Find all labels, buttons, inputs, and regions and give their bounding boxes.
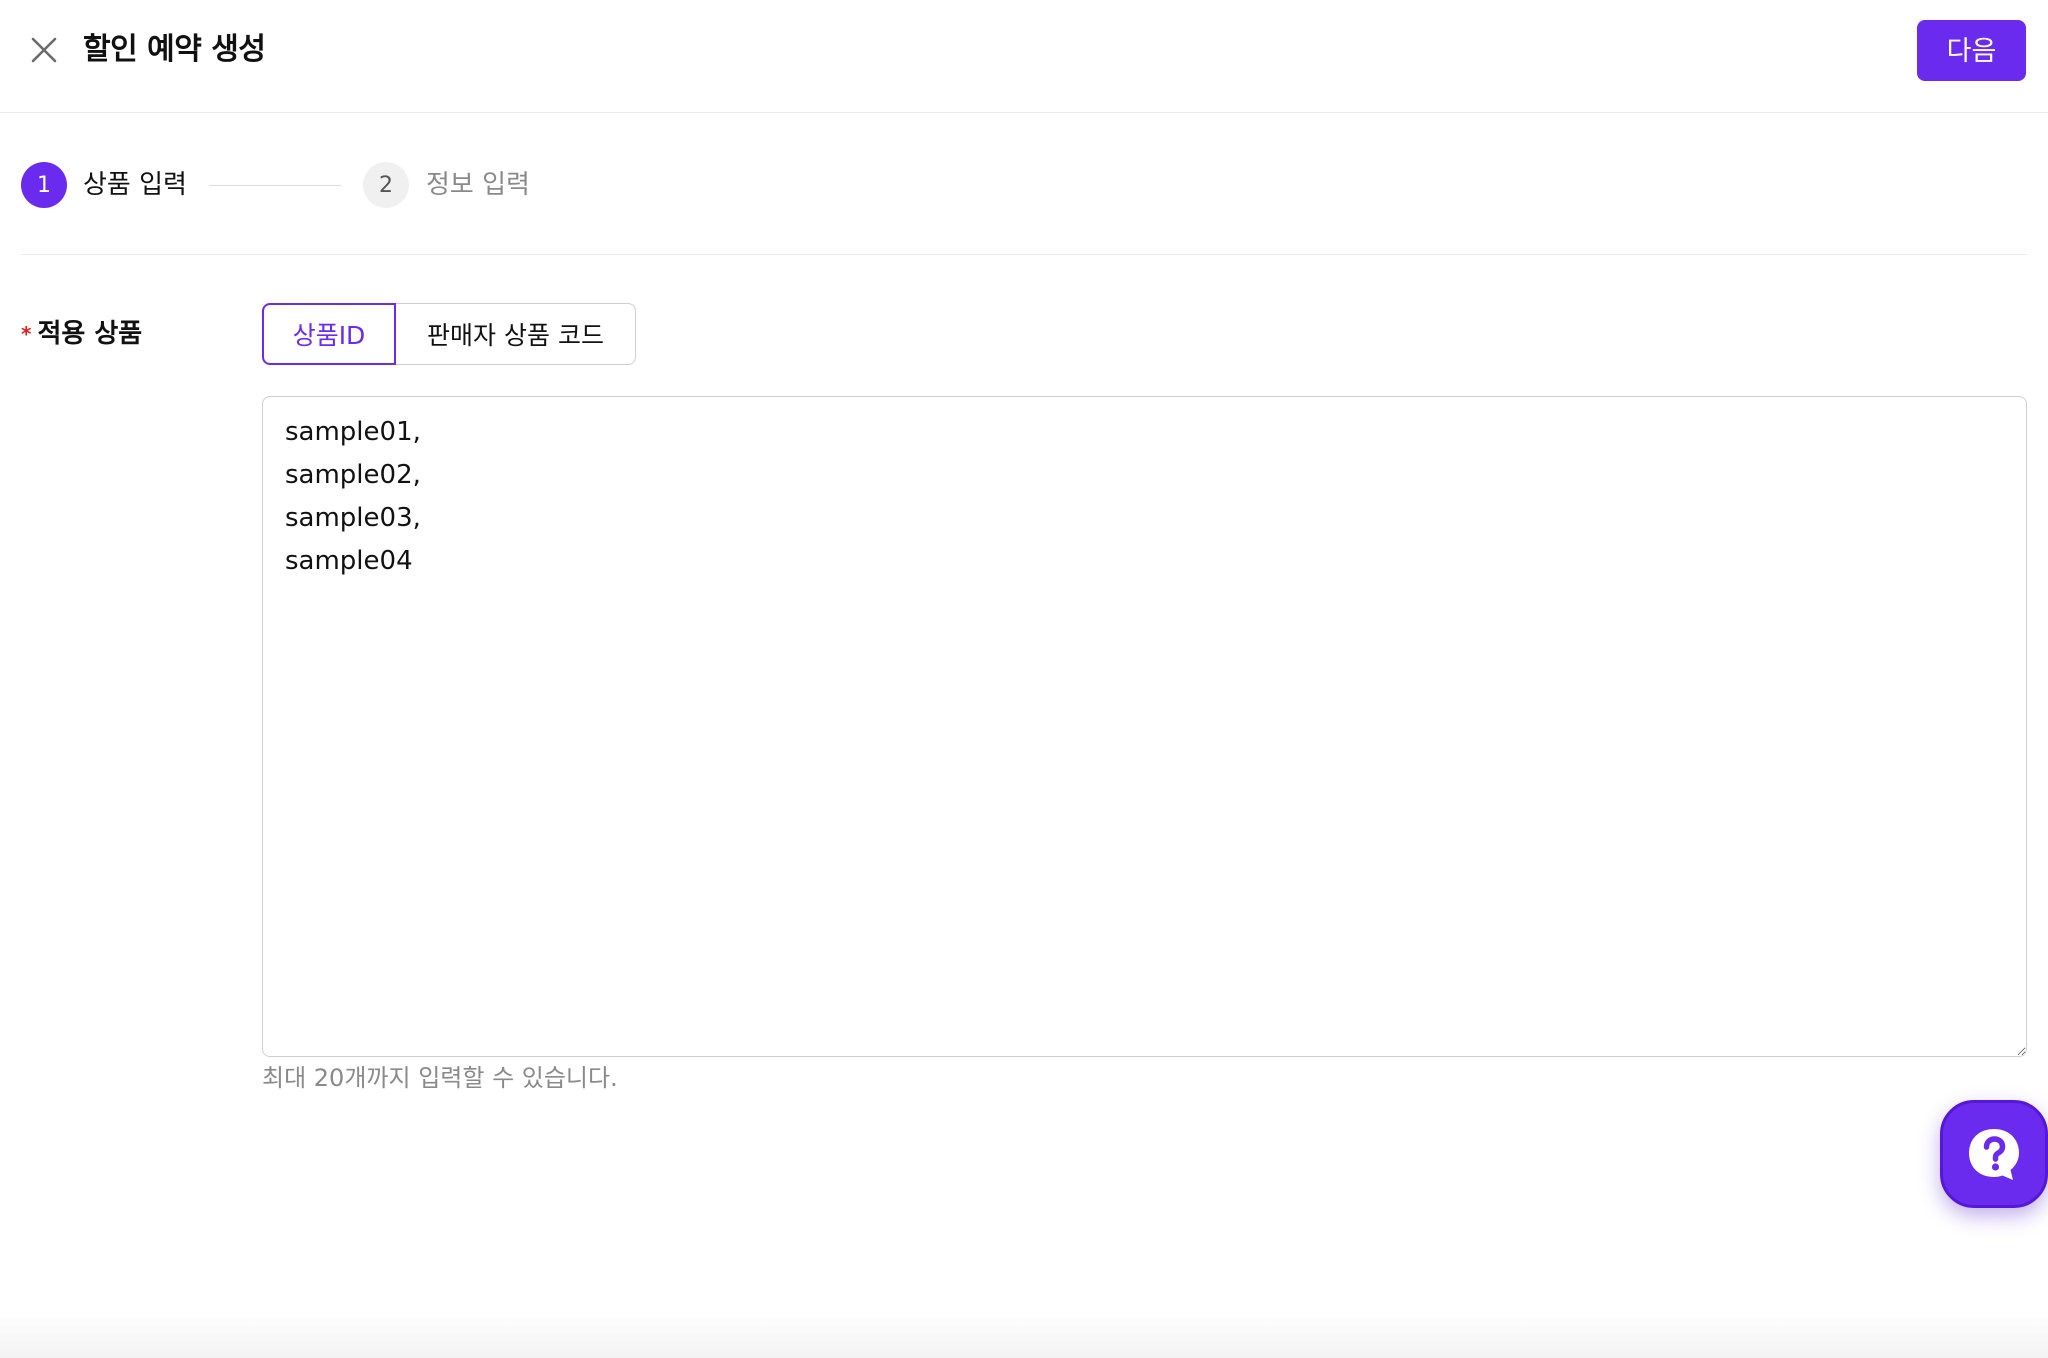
step-1-number: 1 <box>21 162 67 208</box>
next-button[interactable]: 다음 <box>1917 20 2026 81</box>
stepper: 1 상품 입력 2 정보 입력 <box>21 160 1027 210</box>
helper-text: 최대 20개까지 입력할 수 있습니다. <box>262 1064 618 1092</box>
page-title: 할인 예약 생성 <box>83 32 266 67</box>
field-label-text: 적용 상품 <box>37 319 143 349</box>
help-chat-icon <box>1969 1129 2019 1180</box>
close-button[interactable] <box>24 30 64 70</box>
step-2-label: 정보 입력 <box>426 170 530 200</box>
section-divider <box>21 254 2027 255</box>
step-connector <box>209 185 341 186</box>
bottom-shade <box>0 1310 2048 1358</box>
input-type-toggle: 상품ID 판매자 상품 코드 <box>262 303 636 365</box>
close-icon <box>31 37 57 63</box>
seller-product-code-option[interactable]: 판매자 상품 코드 <box>396 303 636 365</box>
applied-products-label: * 적용 상품 <box>21 314 142 354</box>
required-mark: * <box>21 322 32 346</box>
page-header: 할인 예약 생성 다음 <box>0 0 2048 113</box>
step-1-label: 상품 입력 <box>83 170 187 200</box>
step-2-number: 2 <box>363 162 409 208</box>
help-button[interactable] <box>1940 1100 2048 1208</box>
product-input-textarea[interactable] <box>262 396 2027 1057</box>
product-id-option[interactable]: 상품ID <box>262 303 396 365</box>
